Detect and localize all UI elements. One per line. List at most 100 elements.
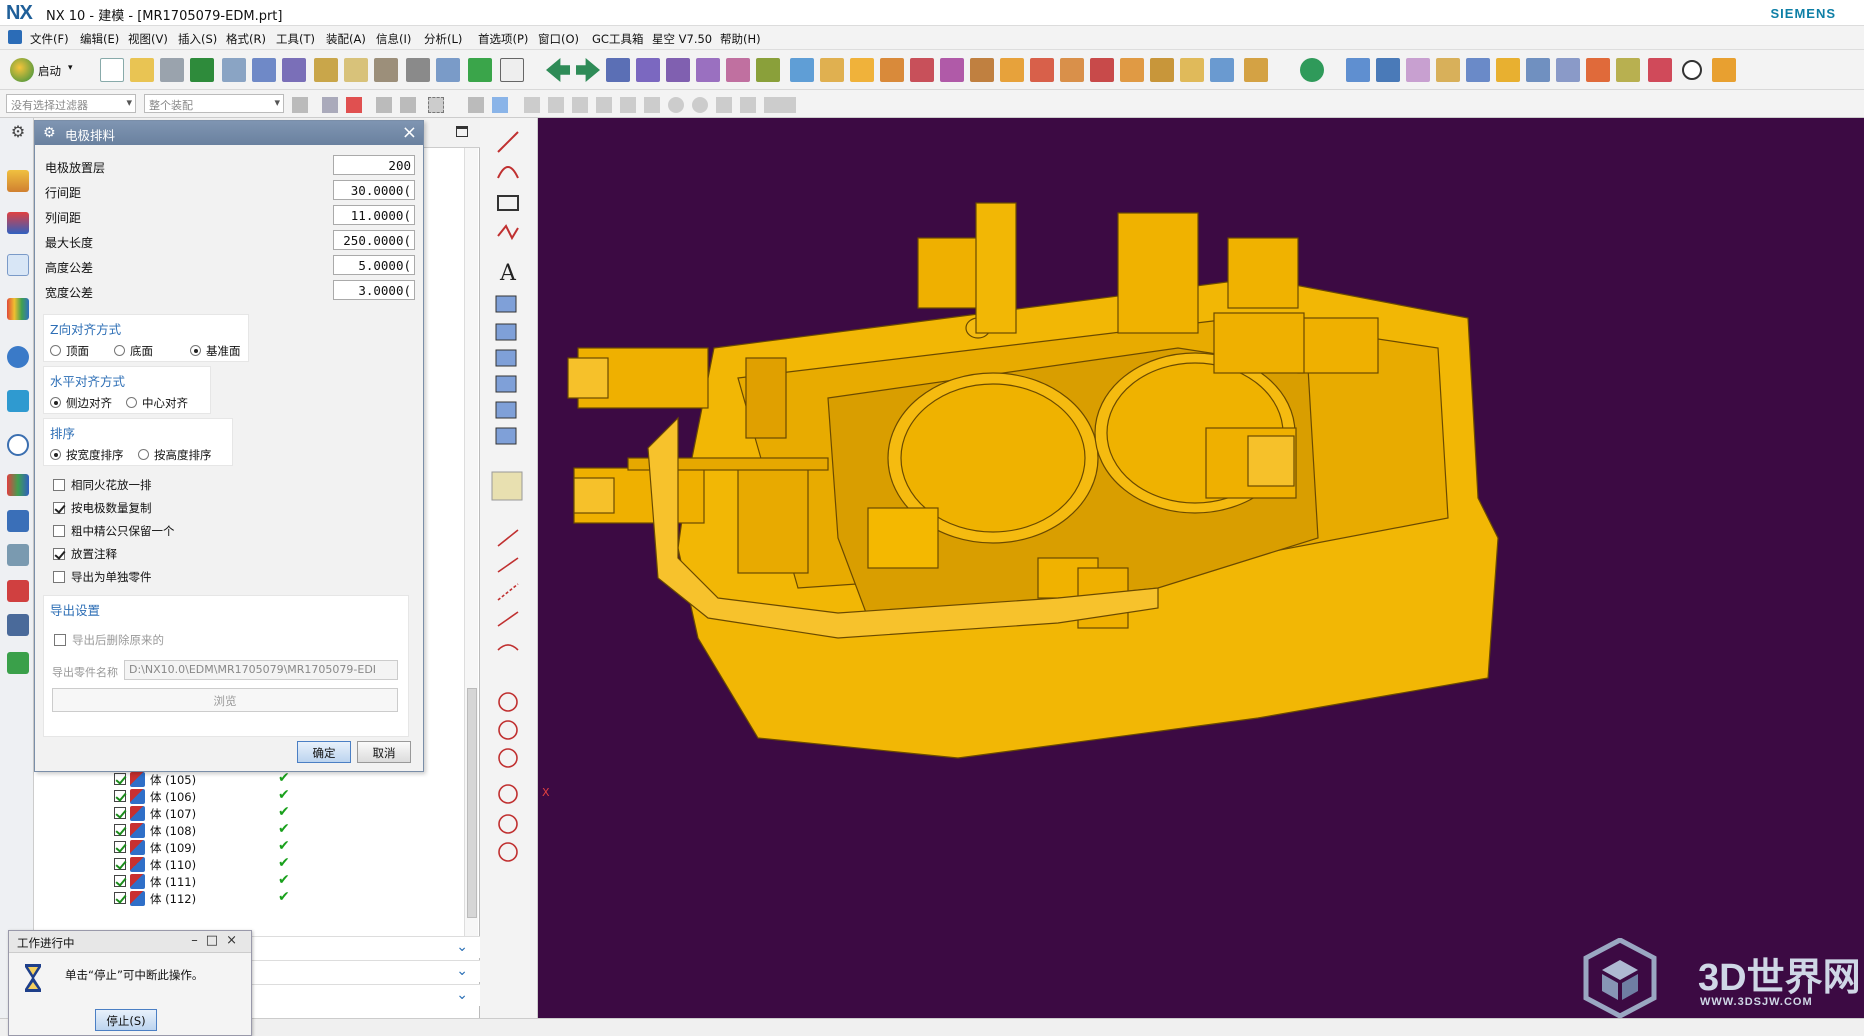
- assembly-scope-combo[interactable]: 整个装配: [144, 94, 284, 113]
- snap-icon[interactable]: [400, 97, 416, 113]
- scrollbar-thumb[interactable]: [467, 688, 477, 918]
- back-arrow-icon[interactable]: [546, 58, 570, 82]
- menu-window[interactable]: 窗口(O): [538, 31, 579, 47]
- checkbox-icon[interactable]: [114, 807, 126, 819]
- tool-icon[interactable]: [495, 295, 517, 313]
- start-dropdown-icon[interactable]: ▾: [68, 63, 73, 73]
- z-align-top-radio[interactable]: 顶面: [50, 343, 89, 359]
- maximize-icon[interactable]: [456, 126, 468, 137]
- tool-icon[interactable]: [1586, 58, 1610, 82]
- progress-title-bar[interactable]: 工作进行中 –□×: [9, 931, 251, 953]
- filter-icon[interactable]: [292, 97, 308, 113]
- column-spacing-input[interactable]: 11.0000(: [333, 205, 415, 225]
- dialog-title-bar[interactable]: ⚙ 电极排料 ×: [35, 121, 423, 145]
- sort-by-height-radio[interactable]: 按高度排序: [138, 447, 212, 463]
- snap-grid-icon[interactable]: [222, 58, 246, 82]
- window-controls[interactable]: –□×: [191, 933, 245, 948]
- tool-icon[interactable]: [1648, 58, 1672, 82]
- start-menu-button[interactable]: 启动: [38, 63, 61, 79]
- print-icon[interactable]: [160, 58, 184, 82]
- open-folder-icon[interactable]: [130, 58, 154, 82]
- snap-icon[interactable]: [468, 97, 484, 113]
- tool-icon[interactable]: [1060, 58, 1084, 82]
- checkbox-icon[interactable]: [114, 892, 126, 904]
- menu-insert[interactable]: 插入(S): [178, 31, 217, 47]
- place-notes-checkbox[interactable]: 放置注释: [53, 546, 117, 562]
- details-panel-header[interactable]: ⌄: [244, 960, 480, 982]
- tool-icon[interactable]: [1496, 58, 1520, 82]
- app-menu-icon[interactable]: [8, 30, 22, 44]
- tool-icon[interactable]: [880, 58, 904, 82]
- menu-file[interactable]: 文件(F): [30, 31, 69, 47]
- box-select-icon[interactable]: [428, 97, 444, 113]
- checkbox-icon[interactable]: [114, 858, 126, 870]
- chevron-down-icon[interactable]: ⌄: [456, 987, 468, 1003]
- tool-icon[interactable]: [1346, 58, 1370, 82]
- copy-by-quantity-checkbox[interactable]: 按电极数量复制: [53, 500, 152, 516]
- tool-icon[interactable]: [436, 58, 460, 82]
- tool-icon[interactable]: [696, 58, 720, 82]
- side-align-radio[interactable]: 侧边对齐: [50, 395, 112, 411]
- z-align-bottom-radio[interactable]: 底面: [114, 343, 153, 359]
- tool-icon[interactable]: [606, 58, 630, 82]
- tool-icon[interactable]: [7, 614, 29, 636]
- width-tolerance-input[interactable]: 3.0000(: [333, 280, 415, 300]
- history-icon[interactable]: [7, 390, 29, 412]
- part-navigator-icon[interactable]: [7, 254, 29, 276]
- chevron-down-icon[interactable]: ⌄: [456, 963, 468, 979]
- circle-icon[interactable]: [498, 784, 518, 804]
- circle-icon[interactable]: [498, 842, 518, 862]
- checkbox-icon[interactable]: [114, 790, 126, 802]
- tool-icon[interactable]: [1180, 58, 1204, 82]
- tool-icon[interactable]: [7, 544, 29, 566]
- menu-tools[interactable]: 工具(T): [276, 31, 315, 47]
- tool-icon[interactable]: [495, 323, 517, 341]
- tool-icon[interactable]: [1436, 58, 1460, 82]
- tool-icon[interactable]: [726, 58, 750, 82]
- snap-icon[interactable]: [764, 97, 780, 113]
- filter-icon[interactable]: [346, 97, 362, 113]
- tool-icon[interactable]: [910, 58, 934, 82]
- rectangle-icon[interactable]: [497, 195, 519, 211]
- tool-icon[interactable]: [495, 427, 517, 445]
- same-spark-row-checkbox[interactable]: 相同火花放一排: [53, 477, 152, 493]
- selection-filter-combo[interactable]: 没有选择过滤器: [6, 94, 136, 113]
- tool-icon[interactable]: [666, 58, 690, 82]
- tool-icon[interactable]: [314, 58, 338, 82]
- close-icon[interactable]: ×: [402, 122, 417, 143]
- line-icon[interactable]: [497, 557, 519, 573]
- tool-icon[interactable]: [1000, 58, 1024, 82]
- cancel-button[interactable]: 取消: [357, 741, 411, 763]
- web-browser-icon[interactable]: [7, 346, 29, 368]
- tool-icon[interactable]: [344, 58, 368, 82]
- dependencies-panel-header[interactable]: ⌄: [244, 936, 480, 958]
- text-icon[interactable]: A: [499, 261, 517, 286]
- minimize-icon[interactable]: –: [191, 933, 206, 948]
- check-icon[interactable]: [468, 58, 492, 82]
- sort-by-width-radio[interactable]: 按宽度排序: [50, 447, 124, 463]
- tool-icon[interactable]: [756, 58, 780, 82]
- maximize-icon[interactable]: □: [206, 933, 226, 948]
- menu-format[interactable]: 格式(R): [226, 31, 266, 47]
- tool-icon[interactable]: [790, 58, 814, 82]
- menu-xingkong[interactable]: 星空 V7.50: [652, 31, 712, 47]
- line-icon[interactable]: [497, 529, 519, 547]
- snap-icon[interactable]: [716, 97, 732, 113]
- new-file-icon[interactable]: [100, 58, 124, 82]
- snap-icon[interactable]: [572, 97, 588, 113]
- menu-assembly[interactable]: 装配(A): [326, 31, 366, 47]
- snap-icon[interactable]: [620, 97, 636, 113]
- z-align-datum-radio[interactable]: 基准面: [190, 343, 241, 359]
- layer-input[interactable]: 200: [333, 155, 415, 175]
- menu-info[interactable]: 信息(I): [376, 31, 411, 47]
- assembly-navigator-icon[interactable]: [7, 170, 29, 192]
- graphics-window[interactable]: X: [538, 118, 1864, 1018]
- arc-icon[interactable]: [497, 166, 519, 179]
- tool-icon[interactable]: [1120, 58, 1144, 82]
- tool-icon[interactable]: [1300, 58, 1324, 82]
- tool-icon[interactable]: [406, 58, 430, 82]
- tool-icon[interactable]: [374, 58, 398, 82]
- tool-icon[interactable]: [1376, 58, 1400, 82]
- tool-icon[interactable]: [1150, 58, 1174, 82]
- ok-button[interactable]: 确定: [297, 741, 351, 763]
